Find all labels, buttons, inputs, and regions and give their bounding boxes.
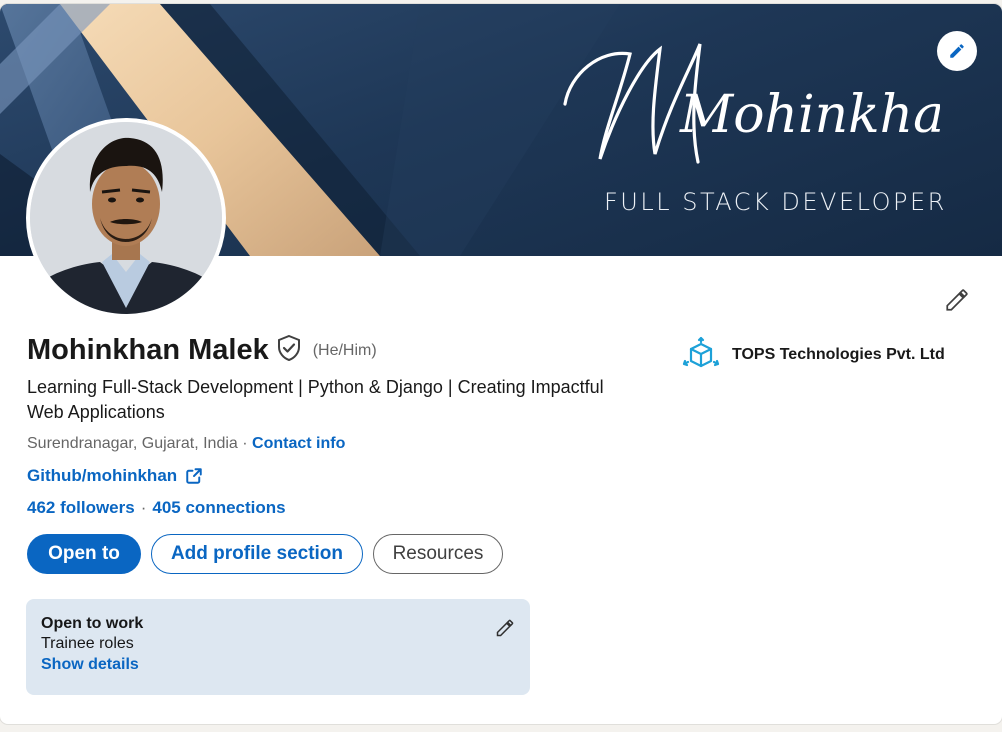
resources-button[interactable]: Resources — [373, 534, 503, 574]
open-to-work-title: Open to work — [41, 615, 144, 632]
pencil-icon — [950, 44, 964, 58]
connections-link[interactable]: 405 connections — [152, 498, 285, 518]
profile-card: Mohinkhan FULL STACK DEVELOPER — [0, 4, 1002, 724]
network-stats: 462 followers · 405 connections — [27, 498, 286, 518]
avatar — [30, 122, 222, 314]
name-row: Mohinkhan Malek (He/Him) — [27, 334, 377, 367]
location-row: Surendranagar, Gujarat, India · Contact … — [27, 435, 345, 453]
contact-info-link[interactable]: Contact info — [252, 435, 345, 452]
open-to-work-roles: Trainee roles — [41, 635, 134, 652]
company-name[interactable]: TOPS Technologies Pvt. Ltd — [732, 346, 945, 364]
profile-name: Mohinkhan Malek — [27, 334, 269, 366]
location-separator: · — [242, 435, 248, 452]
pencil-icon — [496, 619, 514, 637]
followers-link[interactable]: 462 followers — [27, 498, 135, 518]
website-link[interactable]: Github/mohinkhan — [27, 466, 203, 486]
stats-separator: · — [140, 498, 147, 517]
edit-banner-button[interactable] — [937, 31, 977, 71]
open-to-button[interactable]: Open to — [27, 534, 141, 574]
profile-actions: Open to Add profile section Resources — [27, 534, 503, 574]
verified-shield-icon[interactable] — [277, 334, 301, 366]
edit-open-to-work-button[interactable] — [494, 617, 516, 639]
profile-headline: Learning Full-Stack Development | Python… — [27, 377, 604, 422]
open-to-work-card[interactable]: Open to work Trainee roles Show details — [26, 599, 530, 695]
pronouns: (He/Him) — [312, 341, 377, 359]
show-details-link[interactable]: Show details — [41, 656, 515, 674]
location-text: Surendranagar, Gujarat, India — [27, 435, 238, 452]
profile-photo[interactable] — [26, 118, 226, 318]
signature-text: Mohinkhan — [679, 85, 940, 145]
signature-logo: Mohinkhan — [563, 43, 940, 164]
current-company[interactable]: TOPS Technologies Pvt. Ltd — [682, 336, 945, 374]
website-label[interactable]: Github/mohinkhan — [27, 466, 177, 486]
tops-cube-logo-icon — [682, 336, 720, 368]
pencil-icon — [946, 289, 968, 311]
external-link-icon — [186, 468, 202, 484]
add-profile-section-button[interactable]: Add profile section — [151, 534, 363, 574]
banner-subtitle: FULL STACK DEVELOPER — [604, 188, 947, 216]
edit-intro-button[interactable] — [940, 283, 974, 317]
